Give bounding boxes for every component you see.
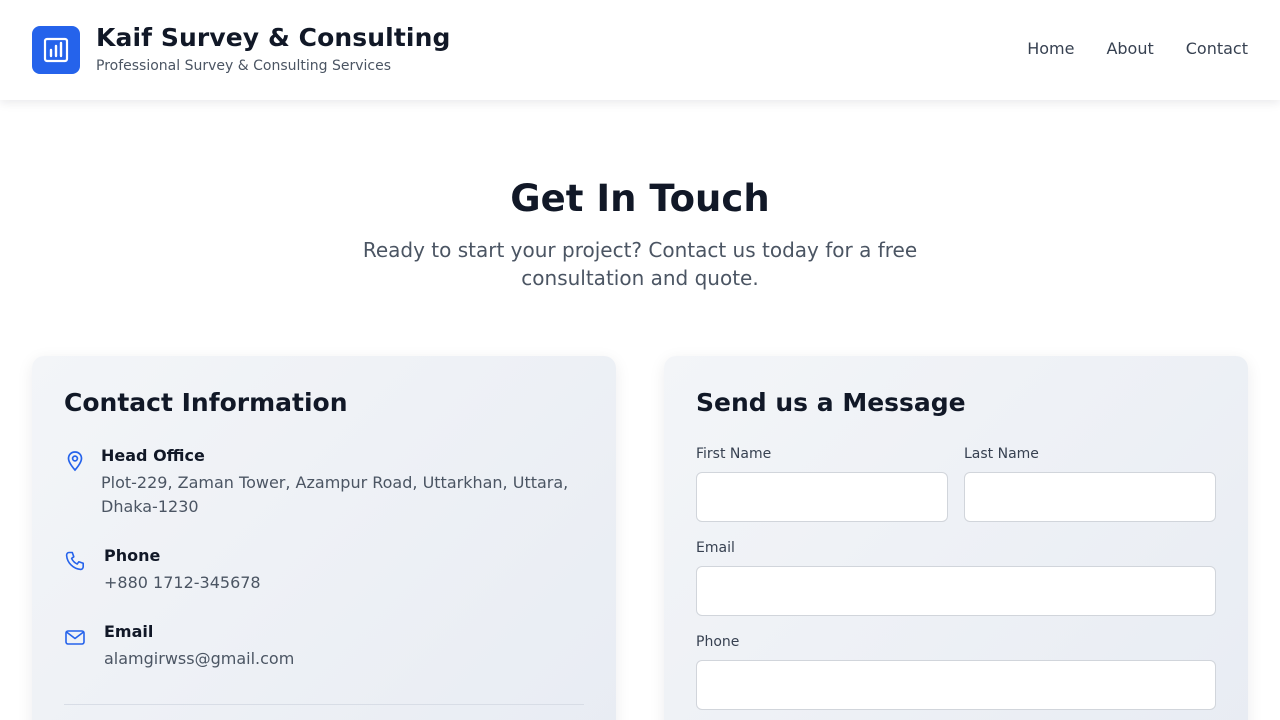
- nav-about-link[interactable]: About: [1106, 39, 1153, 58]
- nav-contact-link[interactable]: Contact: [1186, 39, 1248, 58]
- last-name-input[interactable]: [964, 472, 1216, 522]
- mail-icon: [65, 630, 85, 645]
- contact-info-title: Contact Information: [64, 388, 348, 417]
- head-office-address: Plot-229, Zaman Tower, Azampur Road, Utt…: [101, 473, 569, 516]
- message-form-card: Send us a Message First Name Last Name E…: [664, 356, 1248, 720]
- email-address[interactable]: alamgirwss@gmail.com: [104, 647, 294, 671]
- contact-info-card: Contact Information Head Office Plot-229…: [32, 356, 616, 720]
- head-office-item: Head Office Plot-229, Zaman Tower, Azamp…: [64, 446, 584, 520]
- bar-chart-icon: [43, 37, 69, 63]
- phone-icon: [65, 551, 84, 571]
- site-header: Kaif Survey & Consulting Professional Su…: [0, 0, 1280, 100]
- logo[interactable]: [32, 26, 80, 74]
- email-field-label: Email: [696, 540, 735, 556]
- divider: [64, 704, 584, 705]
- message-form-title: Send us a Message: [696, 388, 966, 417]
- page-subtitle: Ready to start your project? Contact us …: [362, 238, 918, 290]
- page-title: Get In Touch: [510, 177, 770, 220]
- phone-label: Phone: [104, 546, 161, 565]
- head-office-label: Head Office: [101, 446, 205, 465]
- brand-title[interactable]: Kaif Survey & Consulting: [96, 23, 450, 52]
- phone-item: Phone +880 1712-345678: [64, 546, 584, 596]
- nav-home-link[interactable]: Home: [1027, 39, 1074, 58]
- phone-field-label: Phone: [696, 634, 740, 650]
- email-input[interactable]: [696, 566, 1216, 616]
- first-name-input[interactable]: [696, 472, 948, 522]
- email-label: Email: [104, 622, 154, 641]
- email-item: Email alamgirwss@gmail.com: [64, 622, 584, 672]
- phone-number[interactable]: +880 1712-345678: [104, 571, 261, 595]
- main-nav: Home About Contact: [1027, 39, 1248, 58]
- last-name-label: Last Name: [964, 446, 1039, 462]
- brand-subtitle: Professional Survey & Consulting Service…: [96, 58, 391, 74]
- map-pin-icon: [67, 451, 83, 472]
- phone-input[interactable]: [696, 660, 1216, 710]
- first-name-label: First Name: [696, 446, 772, 462]
